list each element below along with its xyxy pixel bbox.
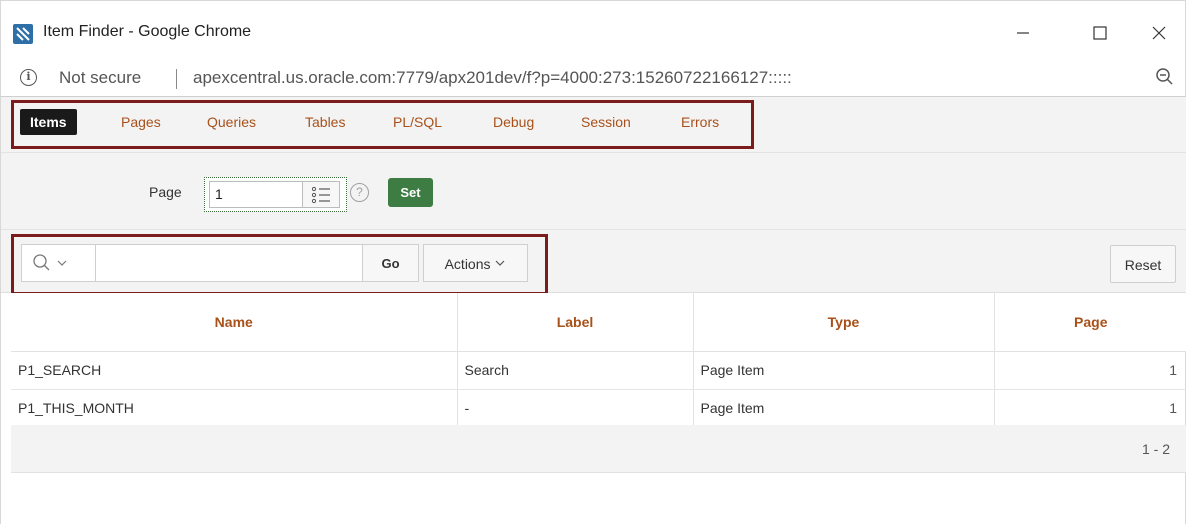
tabs-highlight-box: [11, 100, 754, 149]
list-icon: [311, 186, 330, 203]
info-icon[interactable]: i: [20, 69, 37, 86]
report-table: Name Label Type Page P1_SEARCH Search Pa…: [11, 293, 1186, 428]
table-row: P1_THIS_MONTH - Page Item 1: [11, 389, 1186, 428]
address-bar: i Not secure apexcentral.us.oracle.com:7…: [0, 60, 1186, 97]
set-button[interactable]: Set: [388, 178, 433, 207]
close-icon[interactable]: [1139, 17, 1179, 49]
column-header-label[interactable]: Label: [457, 293, 694, 352]
table-row: P1_SEARCH Search Page Item 1: [11, 351, 1186, 390]
cell-page: 1: [994, 389, 1186, 428]
pagination-text: 1 - 2: [1141, 441, 1170, 457]
list-of-values-button[interactable]: [302, 181, 340, 208]
item-finder-dialog: Items Pages Queries Tables PL/SQL Debug …: [0, 97, 1186, 524]
maximize-icon[interactable]: [1080, 17, 1120, 49]
apex-x-icon: [13, 24, 33, 44]
cell-name: P1_THIS_MONTH: [11, 389, 458, 428]
cell-label: -: [457, 389, 694, 428]
toolbar-highlight-box: [11, 234, 548, 295]
cell-type: Page Item: [693, 351, 995, 390]
page-input[interactable]: 1: [209, 181, 303, 208]
url-text[interactable]: apexcentral.us.oracle.com:7779/apx201dev…: [193, 68, 792, 88]
security-status[interactable]: Not secure: [59, 68, 141, 88]
cell-page: 1: [994, 351, 1186, 390]
column-header-type[interactable]: Type: [693, 293, 995, 352]
pagination-bar: 1 - 2: [11, 425, 1186, 473]
zoom-out-icon[interactable]: [1155, 67, 1175, 90]
report-toolbar: Go Actions Reset: [1, 230, 1186, 295]
window-title: Item Finder - Google Chrome: [43, 23, 252, 40]
page-label: Page: [149, 184, 182, 200]
minimize-icon[interactable]: [1003, 17, 1043, 49]
cell-name: P1_SEARCH: [11, 351, 458, 390]
page-field-focus-outline: 1: [204, 177, 347, 212]
tabs-bar: Items Pages Queries Tables PL/SQL Debug …: [1, 97, 1186, 153]
window-titlebar: Item Finder - Google Chrome: [0, 0, 1186, 60]
help-icon[interactable]: ?: [350, 183, 369, 202]
table-header-row: Name Label Type Page: [11, 293, 1186, 352]
address-divider: [176, 69, 177, 89]
column-header-page[interactable]: Page: [994, 293, 1186, 352]
reset-button[interactable]: Reset: [1110, 245, 1176, 283]
cell-type: Page Item: [693, 389, 995, 428]
column-header-name[interactable]: Name: [11, 293, 458, 352]
page-filter-region: Page 1 ? Set: [1, 153, 1186, 230]
cell-label: Search: [457, 351, 694, 390]
